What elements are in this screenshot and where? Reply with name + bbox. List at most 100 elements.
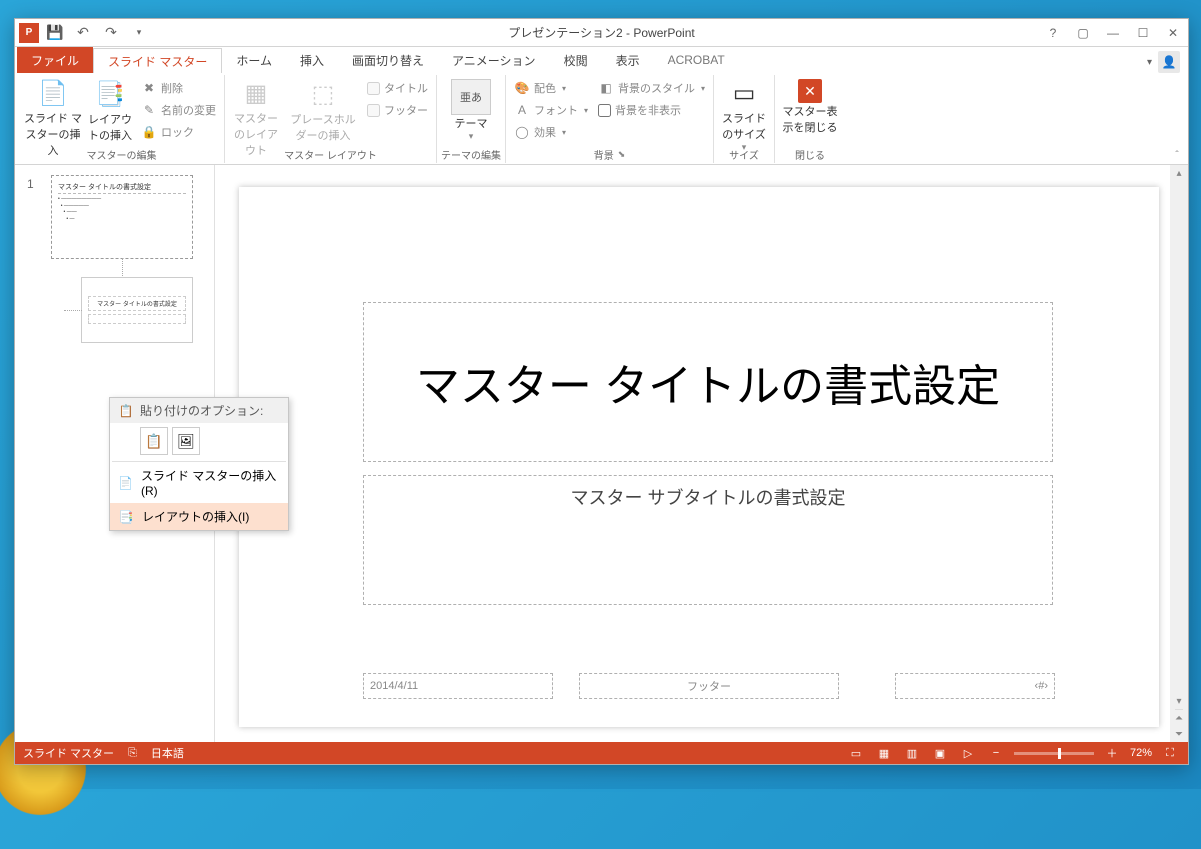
- layout-thumb-title: マスター タイトルの書式設定: [88, 296, 186, 311]
- zoom-slider[interactable]: [1014, 752, 1094, 755]
- lock-button[interactable]: 🔒ロック: [137, 121, 220, 143]
- zoom-level[interactable]: 72%: [1130, 747, 1152, 759]
- vertical-scrollbar[interactable]: ▴ ▾ ⏶ ⏷: [1170, 165, 1188, 742]
- footer-placeholder[interactable]: フッター: [579, 673, 839, 699]
- group-close: ✕ マスター表示を閉じる 閉じる: [775, 75, 845, 163]
- placeholder-icon: ⬚: [307, 79, 339, 109]
- slide-size-button[interactable]: ▭ スライドのサイズ ▾: [718, 77, 770, 145]
- paste-picture-button[interactable]: 🖼: [172, 427, 200, 455]
- effects-button[interactable]: ◯効果▾: [510, 121, 592, 143]
- layout-thumbnail[interactable]: マスター タイトルの書式設定: [81, 277, 193, 343]
- tab-transition[interactable]: 画面切り替え: [338, 47, 438, 73]
- status-language[interactable]: 日本語: [151, 745, 184, 761]
- master-thumbnail[interactable]: マスター タイトルの書式設定 • ―――――――― • ――――― • ―― •…: [51, 175, 193, 259]
- help-button[interactable]: ?: [1038, 19, 1068, 47]
- scroll-down-button[interactable]: ▾: [1170, 693, 1188, 709]
- rename-button[interactable]: ✎名前の変更: [137, 99, 220, 121]
- scroll-up-button[interactable]: ▴: [1170, 165, 1188, 181]
- status-mode: スライド マスター: [23, 745, 114, 761]
- slideshow-button[interactable]: ▷: [958, 745, 978, 761]
- chk-footer-label: フッター: [384, 102, 428, 118]
- date-placeholder[interactable]: 2014/4/11: [363, 673, 553, 699]
- zoom-out-button[interactable]: −: [986, 745, 1006, 761]
- close-master-label: マスター表示を閉じる: [779, 103, 841, 135]
- title-placeholder[interactable]: マスター タイトルの書式設定: [363, 302, 1053, 462]
- redo-button[interactable]: ↷: [99, 22, 123, 44]
- slide-canvas-area: マスター タイトルの書式設定 マスター サブタイトルの書式設定 2014/4/1…: [215, 165, 1188, 742]
- effects-icon: ◯: [514, 124, 530, 140]
- qat-customize-button[interactable]: ▾: [127, 22, 151, 44]
- account-icon[interactable]: 👤: [1158, 51, 1180, 73]
- theme-button[interactable]: 亜あ テーマ ▾: [447, 77, 495, 145]
- slide-sorter-button[interactable]: ▥: [902, 745, 922, 761]
- layout-icon: 📑: [94, 79, 126, 109]
- effects-label: 効果: [534, 124, 556, 140]
- tab-home[interactable]: ホーム: [222, 47, 286, 73]
- powerpoint-window: P 💾 ↶ ↷ ▾ プレゼンテーション2 - PowerPoint ? ▢ — …: [14, 18, 1189, 765]
- close-master-button[interactable]: ✕ マスター表示を閉じる: [779, 77, 841, 145]
- notes-button[interactable]: ▭: [846, 745, 866, 761]
- tab-slide-master[interactable]: スライド マスター: [93, 48, 222, 74]
- ctx-insert-slide-master[interactable]: 📄 スライド マスターの挿入(R): [110, 462, 288, 503]
- group-edit-master: 📄 スライド マスターの挿入 📑 レイアウトの挿入 ✖削除 ✎名前の変更 🔒ロッ…: [19, 75, 225, 163]
- insert-placeholder-label: プレースホルダーの挿入: [285, 111, 361, 143]
- group-size-label: サイズ: [718, 146, 770, 163]
- normal-view-button[interactable]: ▦: [874, 745, 894, 761]
- subtitle-text: マスター サブタイトルの書式設定: [571, 488, 846, 508]
- undo-button[interactable]: ↶: [71, 22, 95, 44]
- context-menu: 📋 貼り付けのオプション: 📋 🖼 📄 スライド マスターの挿入(R) 📑 レイ…: [109, 397, 289, 531]
- insert-placeholder-button[interactable]: ⬚ プレースホルダーの挿入: [285, 77, 361, 145]
- paste-options-label: 貼り付けのオプション:: [140, 402, 263, 419]
- delete-button[interactable]: ✖削除: [137, 77, 220, 99]
- next-slide-button[interactable]: ⏷: [1175, 726, 1183, 742]
- fonts-icon: A: [514, 102, 530, 118]
- paste-keep-format-button[interactable]: 📋: [140, 427, 168, 455]
- chk-footer[interactable]: フッター: [363, 99, 432, 121]
- chk-hide-bg[interactable]: 背景を非表示: [594, 99, 709, 121]
- zoom-in-button[interactable]: ＋: [1102, 745, 1122, 761]
- titlebar: P 💾 ↶ ↷ ▾ プレゼンテーション2 - PowerPoint ? ▢ — …: [15, 19, 1188, 47]
- lock-label: ロック: [161, 124, 194, 140]
- ctx-insert-layout[interactable]: 📑 レイアウトの挿入(I): [110, 503, 288, 530]
- ribbon-display-button[interactable]: ▢: [1068, 19, 1098, 47]
- bg-styles-button[interactable]: ◧背景のスタイル▾: [594, 77, 709, 99]
- slide-number-placeholder[interactable]: ‹#›: [895, 673, 1055, 699]
- reading-view-button[interactable]: ▣: [930, 745, 950, 761]
- statusbar: スライド マスター ⎘ 日本語 ▭ ▦ ▥ ▣ ▷ − ＋ 72% ⛶: [15, 742, 1188, 764]
- slide[interactable]: マスター タイトルの書式設定 マスター サブタイトルの書式設定 2014/4/1…: [239, 187, 1159, 727]
- bg-styles-icon: ◧: [598, 80, 614, 96]
- group-close-label: 閉じる: [779, 146, 841, 163]
- close-button[interactable]: ✕: [1158, 19, 1188, 47]
- slide-number: 1: [27, 177, 34, 191]
- colors-button[interactable]: 🎨配色▾: [510, 77, 592, 99]
- collapse-ribbon-button[interactable]: ˆ: [1170, 148, 1184, 162]
- maximize-button[interactable]: ☐: [1128, 19, 1158, 47]
- slide-size-icon: ▭: [728, 79, 760, 108]
- group-master-layout-label: マスター レイアウト: [229, 146, 432, 163]
- bg-styles-label: 背景のスタイル: [618, 80, 695, 96]
- insert-slide-master-button[interactable]: 📄 スライド マスターの挿入: [23, 77, 83, 145]
- theme-icon: 亜あ: [451, 79, 491, 115]
- minimize-button[interactable]: —: [1098, 19, 1128, 47]
- tab-view[interactable]: 表示: [602, 47, 654, 73]
- chk-title[interactable]: タイトル: [363, 77, 432, 99]
- tab-insert[interactable]: 挿入: [286, 47, 338, 73]
- subtitle-placeholder[interactable]: マスター サブタイトルの書式設定: [363, 475, 1053, 605]
- prev-slide-button[interactable]: ⏶: [1175, 710, 1183, 726]
- insert-layout-button[interactable]: 📑 レイアウトの挿入: [85, 77, 135, 145]
- group-edit-master-label: マスターの編集: [23, 146, 220, 163]
- fonts-button[interactable]: Aフォント▾: [510, 99, 592, 121]
- lock-icon: 🔒: [141, 124, 157, 140]
- tab-acrobat[interactable]: ACROBAT: [654, 47, 739, 73]
- spellcheck-icon[interactable]: ⎘: [128, 747, 137, 760]
- save-button[interactable]: 💾: [43, 22, 67, 44]
- fit-button[interactable]: ⛶: [1160, 745, 1180, 761]
- tab-file[interactable]: ファイル: [17, 47, 93, 73]
- background-dialog-launcher[interactable]: ⬊: [618, 149, 626, 160]
- title-text: マスター タイトルの書式設定: [416, 350, 1000, 414]
- app-icon: P: [19, 23, 39, 43]
- tab-animation[interactable]: アニメーション: [438, 47, 550, 73]
- tab-review[interactable]: 校閲: [550, 47, 602, 73]
- tell-me-button[interactable]: ▾: [1147, 57, 1152, 68]
- master-layout-button[interactable]: ▦ マスターのレイアウト: [229, 77, 283, 145]
